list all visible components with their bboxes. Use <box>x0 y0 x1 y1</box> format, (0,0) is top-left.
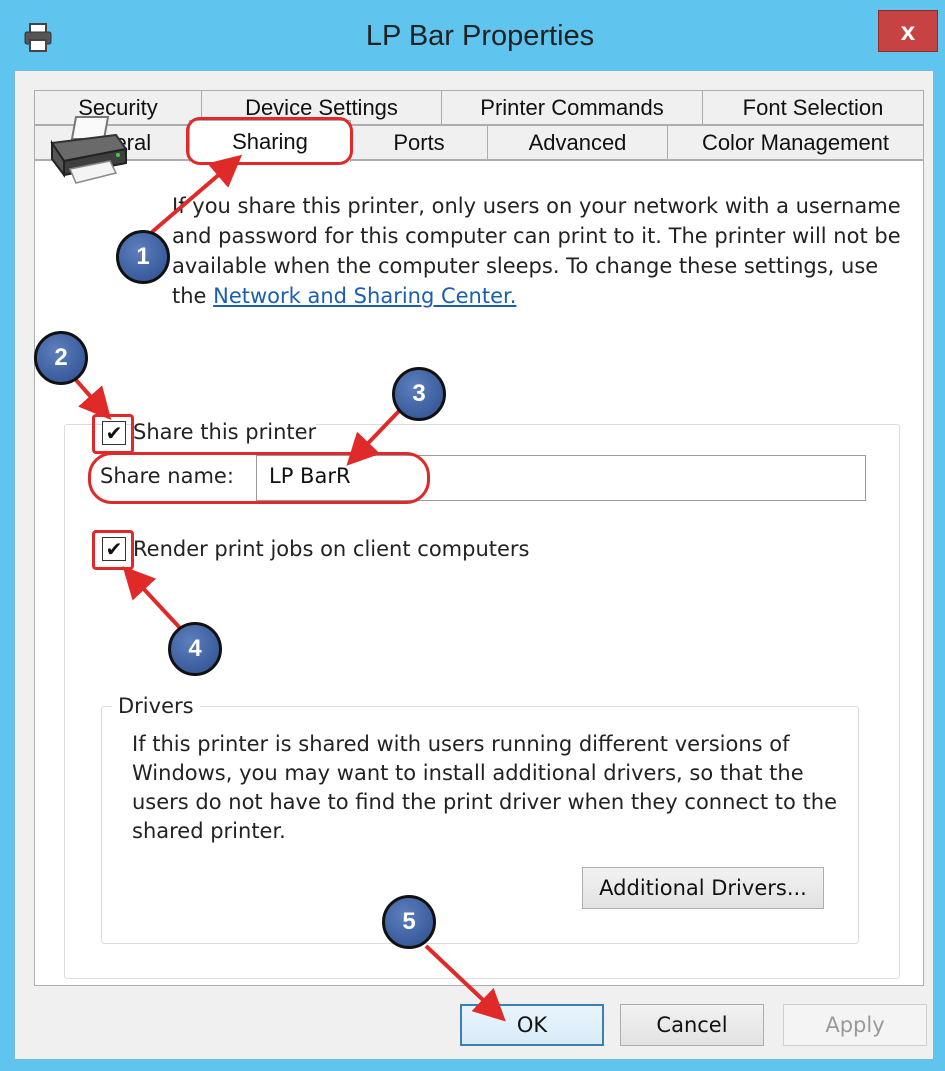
properties-window: LP Bar Properties x Security Device Sett… <box>0 0 945 1071</box>
arrow-to-ok-button <box>424 944 506 1022</box>
callout-2: 2 <box>34 331 88 385</box>
arrow-to-sharing-tab <box>150 154 243 234</box>
arrow-to-share-name <box>346 408 402 466</box>
annotation-arrows <box>74 154 506 1022</box>
callout-5: 5 <box>382 895 436 949</box>
arrow-to-share-checkbox <box>74 378 112 420</box>
arrow-to-render-checkbox <box>122 566 182 630</box>
callout-4: 4 <box>168 622 222 676</box>
callout-3: 3 <box>392 367 446 421</box>
callout-1: 1 <box>116 230 170 284</box>
